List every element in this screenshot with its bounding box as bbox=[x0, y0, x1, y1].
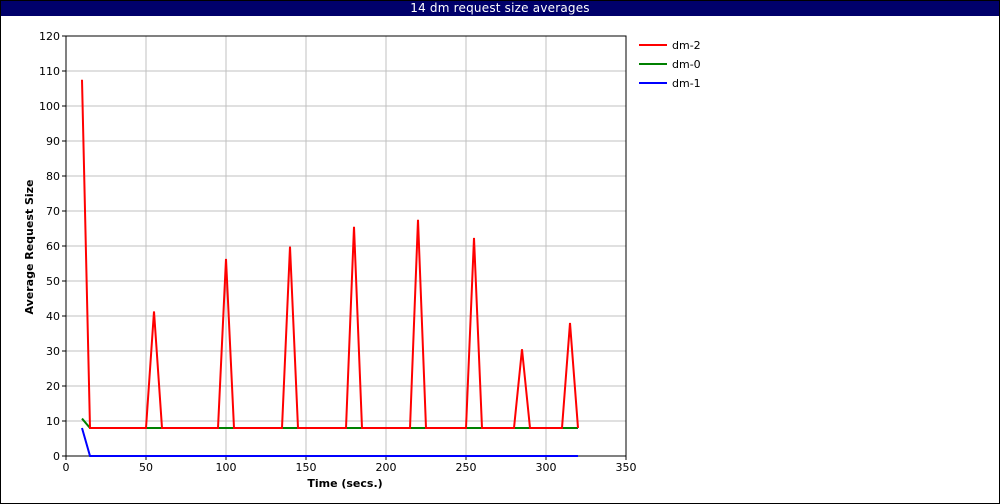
x-tick-label: 50 bbox=[139, 461, 153, 474]
chart-frame: 14 dm request size averages 0 50 100 150 200… bbox=[0, 0, 1000, 504]
y-tick-label: 20 bbox=[46, 380, 60, 393]
y-tick-label: 30 bbox=[46, 345, 60, 358]
x-axis-title: Time (secs.) bbox=[307, 477, 382, 490]
y-tick-label: 100 bbox=[39, 100, 60, 113]
y-tick-label: 60 bbox=[46, 240, 60, 253]
legend-item-dm-2: dm-2 bbox=[639, 39, 701, 52]
legend: dm-2 dm-0 dm-1 bbox=[639, 39, 701, 90]
x-tick-label: 250 bbox=[456, 461, 477, 474]
y-tick-label: 80 bbox=[46, 170, 60, 183]
y-tick-label: 50 bbox=[46, 275, 60, 288]
y-tick-label: 0 bbox=[53, 450, 60, 463]
legend-label: dm-0 bbox=[672, 58, 701, 71]
y-tick-label: 10 bbox=[46, 415, 60, 428]
x-tick-label: 150 bbox=[296, 461, 317, 474]
x-tick-label: 100 bbox=[216, 461, 237, 474]
legend-item-dm-1: dm-1 bbox=[639, 77, 701, 90]
y-axis-title: Average Request Size bbox=[23, 179, 36, 314]
y-tick-label: 70 bbox=[46, 205, 60, 218]
chart-svg: 0 50 100 150 200 250 300 350 0 10 20 30 40 50 60 70 80 90… bbox=[23, 30, 701, 490]
legend-label: dm-1 bbox=[672, 77, 701, 90]
legend-label: dm-2 bbox=[672, 39, 701, 52]
x-tick-label: 0 bbox=[63, 461, 70, 474]
y-tick-label: 110 bbox=[39, 65, 60, 78]
legend-item-dm-0: dm-0 bbox=[639, 58, 701, 71]
x-tick-label: 300 bbox=[536, 461, 557, 474]
y-tick-label: 90 bbox=[46, 135, 60, 148]
x-tick-label: 350 bbox=[616, 461, 637, 474]
x-tick-label: 200 bbox=[376, 461, 397, 474]
y-tick-label: 40 bbox=[46, 310, 60, 323]
y-tick-label: 120 bbox=[39, 30, 60, 43]
grid-layer bbox=[66, 36, 626, 456]
